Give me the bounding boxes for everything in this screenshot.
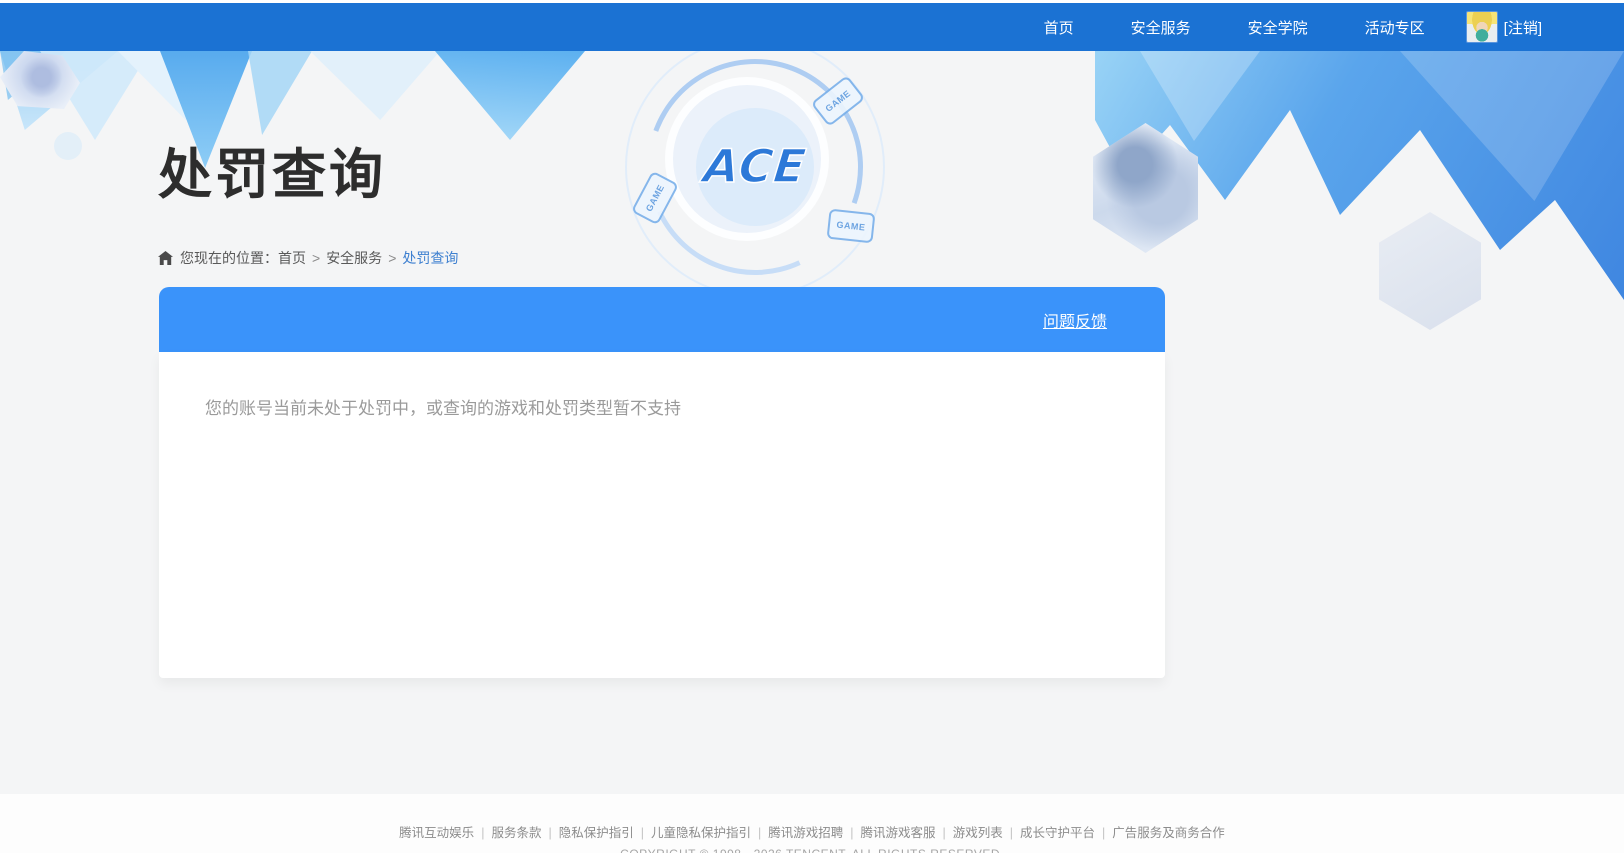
feedback-link[interactable]: 问题反馈 <box>1043 308 1107 332</box>
footer-link-customer-service[interactable]: 腾讯游戏客服 <box>861 826 936 840</box>
breadcrumb-separator: > <box>312 250 321 266</box>
page-title: 处罚查询 <box>158 145 386 205</box>
footer-separator: | <box>548 826 552 840</box>
query-card-header: 问题反馈 <box>159 287 1165 352</box>
breadcrumb-item-home[interactable]: 首页 <box>278 248 306 268</box>
footer-link-tencent-games[interactable]: 腾讯互动娱乐 <box>399 826 474 840</box>
footer-separator: | <box>640 826 644 840</box>
footer-link-terms[interactable]: 服务条款 <box>491 826 541 840</box>
footer-separator: | <box>850 826 854 840</box>
logout-link[interactable]: [注销] <box>1504 17 1542 38</box>
footer: 腾讯互动娱乐 | 服务条款 | 隐私保护指引 | 儿童隐私保护指引 | 腾讯游戏招聘 | 腾讯游戏客… <box>0 794 1624 853</box>
breadcrumb-prefix: 您现在的位置： <box>180 250 278 266</box>
nav-item-security-academy[interactable]: 安全学院 <box>1248 17 1308 38</box>
copyright-text: COPYRIGHT © 1998 - 2026 TENCENT. ALL RIG… <box>0 847 1624 853</box>
query-card-body: 您的账号当前未处于处罚中，或查询的游戏和处罚类型暂不支持 <box>159 352 1165 678</box>
page: 首页 安全服务 安全学院 活动专区 [注销] ACE GAME GAME GAM… <box>0 0 1624 853</box>
footer-link-game-list[interactable]: 游戏列表 <box>953 826 1003 840</box>
nav-item-security-services[interactable]: 安全服务 <box>1131 17 1191 38</box>
footer-separator: | <box>1009 826 1014 840</box>
breadcrumb-item-current: 处罚查询 <box>402 250 459 266</box>
query-result-message: 您的账号当前未处于处罚中，或查询的游戏和处罚类型暂不支持 <box>205 399 681 418</box>
punishment-query-card: 问题反馈 您的账号当前未处于处罚中，或查询的游戏和处罚类型暂不支持 <box>159 287 1165 678</box>
footer-link-privacy[interactable]: 隐私保护指引 <box>559 826 634 840</box>
home-icon <box>158 251 173 265</box>
footer-link-ads-business[interactable]: 广告服务及商务合作 <box>1112 826 1225 840</box>
user-avatar[interactable] <box>1465 11 1498 43</box>
top-navbar: 首页 安全服务 安全学院 活动专区 [注销] <box>0 3 1624 51</box>
footer-link-growth-guard[interactable]: 成长守护平台 <box>1020 826 1095 840</box>
breadcrumb-separator: > <box>388 250 397 266</box>
footer-separator: | <box>757 826 762 840</box>
footer-links: 腾讯互动娱乐 | 服务条款 | 隐私保护指引 | 儿童隐私保护指引 | 腾讯游戏招聘 | 腾讯游戏客… <box>0 794 1624 841</box>
footer-link-recruitment[interactable]: 腾讯游戏招聘 <box>768 826 843 840</box>
footer-separator: | <box>942 826 946 840</box>
breadcrumb-item-security-services[interactable]: 安全服务 <box>326 248 382 268</box>
nav-item-activity-zone[interactable]: 活动专区 <box>1365 17 1425 38</box>
footer-separator: | <box>1102 826 1106 840</box>
footer-separator: | <box>481 826 485 840</box>
footer-link-children-privacy[interactable]: 儿童隐私保护指引 <box>651 826 751 840</box>
breadcrumb: 您现在的位置： 首页 > 安全服务 > 处罚查询 <box>158 248 458 268</box>
nav-item-home[interactable]: 首页 <box>1044 17 1074 38</box>
